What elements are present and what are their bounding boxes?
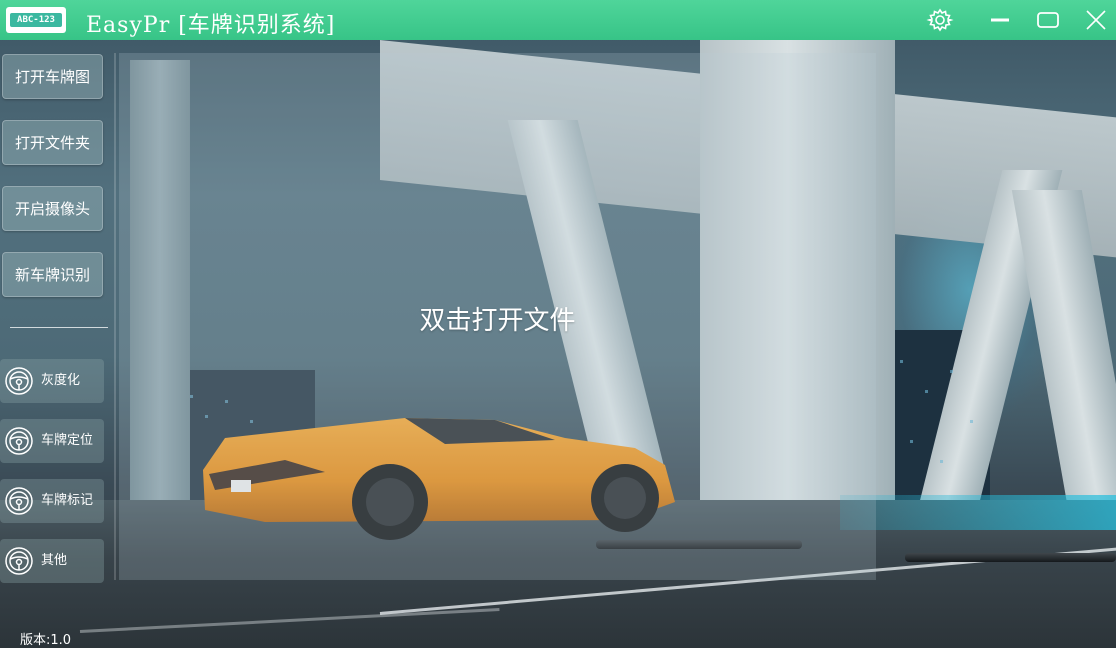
minimize-icon[interactable] xyxy=(986,6,1014,34)
new-plate-recognition-button[interactable]: 新车牌识别 xyxy=(2,252,103,297)
close-icon[interactable] xyxy=(1082,6,1110,34)
logo-plate-text: ABC-123 xyxy=(10,13,62,27)
other-label: 其他 xyxy=(41,553,68,568)
maximize-icon[interactable] xyxy=(1034,6,1062,34)
open-plate-image-button[interactable]: 打开车牌图 xyxy=(2,54,103,99)
steering-wheel-icon xyxy=(5,427,33,455)
open-camera-button[interactable]: 开启摄像头 xyxy=(2,186,103,231)
title-bar: ABC-123 EasyPr [车牌识别系统] xyxy=(0,0,1116,40)
plate-locate-button[interactable]: 车牌定位 xyxy=(0,419,104,463)
plate-locate-label: 车牌定位 xyxy=(41,433,94,448)
grayscale-button[interactable]: 灰度化 xyxy=(0,359,104,403)
sidebar-divider xyxy=(114,53,116,580)
steering-wheel-icon xyxy=(5,487,33,515)
version-label: 版本:1.0 xyxy=(20,633,72,648)
steering-wheel-icon xyxy=(5,367,33,395)
open-folder-button[interactable]: 打开文件夹 xyxy=(2,120,103,165)
other-button[interactable]: 其他 xyxy=(0,539,104,583)
open-file-hint: 双击打开文件 xyxy=(419,306,576,336)
plate-mark-label: 车牌标记 xyxy=(41,493,94,508)
grayscale-label: 灰度化 xyxy=(41,373,81,388)
plate-mark-button[interactable]: 车牌标记 xyxy=(0,479,104,523)
steering-wheel-icon xyxy=(5,547,33,575)
app-title: EasyPr [车牌识别系统] xyxy=(86,13,336,38)
gear-icon[interactable] xyxy=(926,6,954,34)
app-logo: ABC-123 xyxy=(6,7,66,33)
sidebar-separator xyxy=(10,327,108,328)
